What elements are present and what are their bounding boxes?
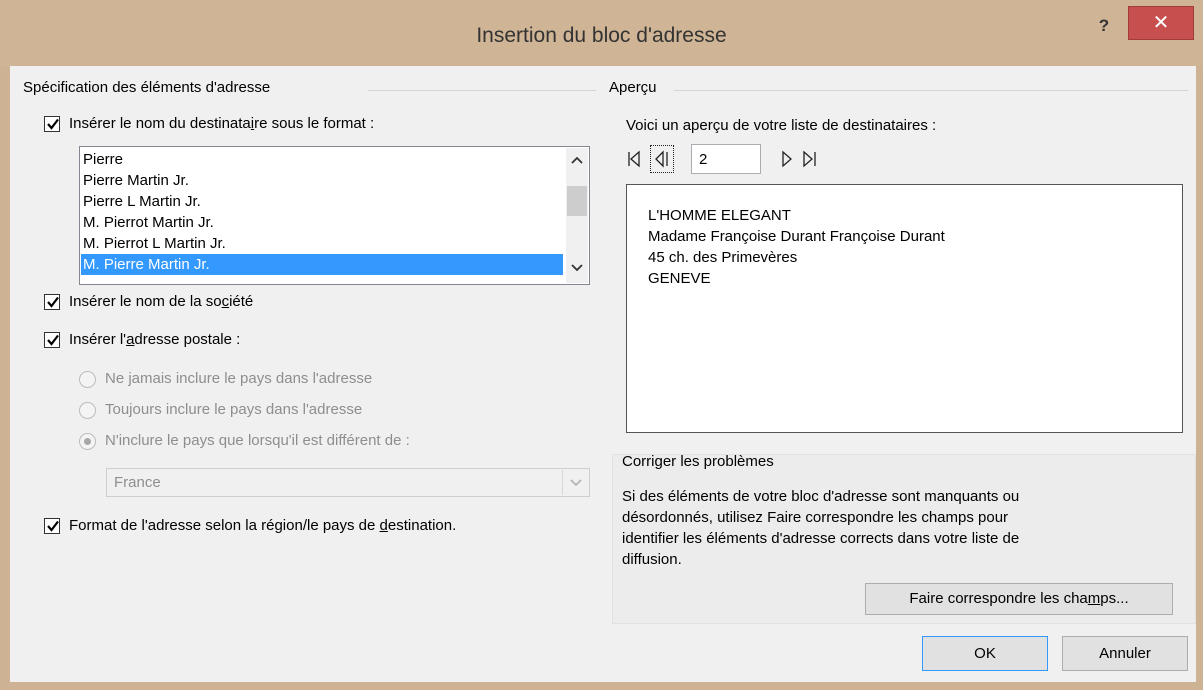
- preview-line: 45 ch. des Primevères: [648, 249, 798, 266]
- scroll-thumb[interactable]: [567, 186, 587, 216]
- list-item-selected[interactable]: M. Pierre Martin Jr.: [81, 254, 563, 275]
- previous-record-icon: [655, 150, 668, 168]
- fix-problems-text: Si des éléments de votre bloc d'adresse …: [622, 488, 1020, 568]
- country-select[interactable]: France: [106, 468, 590, 497]
- company-name-label: Insérer le nom de la société: [69, 293, 254, 310]
- radio-never-label: Ne jamais inclure le pays dans l'adresse: [105, 370, 373, 387]
- scroll-down-icon[interactable]: [571, 264, 583, 272]
- ok-button[interactable]: OK: [922, 636, 1048, 671]
- list-item[interactable]: Pierre L Martin Jr.: [81, 191, 563, 212]
- first-record-button[interactable]: [625, 147, 647, 171]
- record-number-value: 2: [699, 151, 708, 168]
- last-record-button[interactable]: [799, 147, 821, 171]
- preview-group-title: Aperçu: [609, 79, 657, 96]
- list-item[interactable]: M. Pierrot Martin Jr.: [81, 212, 563, 233]
- dialog-window: Insertion du bloc d'adresse ? ✕ Spécific…: [0, 0, 1203, 690]
- list-item[interactable]: Pierre Martin Jr.: [81, 170, 563, 191]
- close-button[interactable]: ✕: [1128, 6, 1194, 40]
- previous-record-button[interactable]: [650, 145, 674, 173]
- scroll-up-icon[interactable]: [571, 156, 583, 164]
- list-item[interactable]: Pierre: [81, 149, 563, 170]
- country-select-value: France: [114, 474, 161, 491]
- cancel-button[interactable]: Annuler: [1062, 636, 1188, 671]
- preview-line: Madame Françoise Durant Françoise Durant: [648, 228, 945, 245]
- dialog-client: Spécification des éléments d'adresse Ins…: [10, 66, 1196, 682]
- recipient-name-label: Insérer le nom du destinataire sous le f…: [69, 115, 375, 132]
- record-number-input[interactable]: 2: [691, 144, 761, 174]
- help-button[interactable]: ?: [1086, 11, 1122, 41]
- next-record-button[interactable]: [777, 147, 799, 171]
- list-item[interactable]: M. Pierrot L Martin Jr.: [81, 233, 563, 254]
- preview-line: GENEVE: [648, 270, 711, 287]
- radio-always-include-country[interactable]: [79, 402, 96, 419]
- check-icon: [47, 118, 59, 130]
- preview-intro: Voici un aperçu de votre liste de destin…: [626, 117, 937, 134]
- postal-address-checkbox[interactable]: [44, 332, 60, 348]
- preview-line: L'HOMME ELEGANT: [648, 207, 791, 224]
- region-format-checkbox[interactable]: [44, 518, 60, 534]
- chevron-down-icon: [570, 479, 582, 487]
- postal-address-label: Insérer l'adresse postale :: [69, 331, 241, 348]
- recipient-name-checkbox[interactable]: [44, 116, 60, 132]
- company-name-checkbox[interactable]: [44, 294, 60, 310]
- radio-always-label: Toujours inclure le pays dans l'adresse: [105, 401, 363, 418]
- title-bar: Insertion du bloc d'adresse ? ✕: [0, 0, 1203, 66]
- list-scrollbar[interactable]: [566, 148, 588, 283]
- fix-problems-title: Corriger les problèmes: [622, 453, 774, 470]
- fix-problems-group: Corriger les problèmes Si des éléments d…: [612, 453, 1196, 624]
- radio-selected-dot: [84, 438, 91, 445]
- radio-never-include-country[interactable]: [79, 371, 96, 388]
- radio-include-if-different[interactable]: [79, 433, 96, 450]
- check-icon: [47, 520, 59, 532]
- first-record-icon: [628, 150, 640, 168]
- last-record-icon: [803, 150, 816, 168]
- check-icon: [47, 334, 59, 346]
- country-select-button[interactable]: [562, 470, 588, 495]
- dialog-title: Insertion du bloc d'adresse: [476, 24, 727, 47]
- check-icon: [47, 296, 59, 308]
- name-format-listbox[interactable]: Pierre Pierre Martin Jr. Pierre L Martin…: [79, 146, 590, 285]
- close-icon: ✕: [1152, 12, 1170, 34]
- next-record-icon: [782, 150, 792, 168]
- match-fields-button[interactable]: Faire correspondre les champs...: [865, 583, 1173, 615]
- group-divider: [368, 90, 596, 91]
- address-preview: L'HOMME ELEGANT Madame Françoise Durant …: [626, 184, 1183, 433]
- address-elements-group-title: Spécification des éléments d'adresse: [23, 79, 271, 96]
- radio-if-different-label: N'inclure le pays que lorsqu'il est diff…: [105, 432, 410, 449]
- region-format-label: Format de l'adresse selon la région/le p…: [69, 517, 457, 534]
- group-divider: [674, 90, 1188, 91]
